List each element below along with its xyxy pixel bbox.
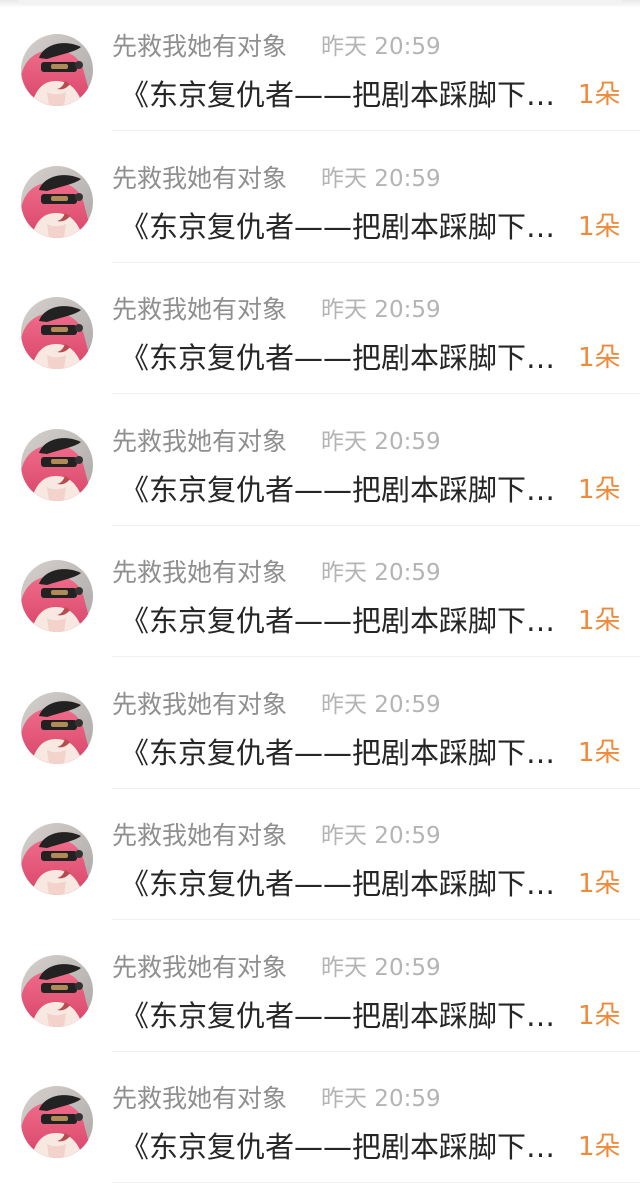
flower-count: 1朵 bbox=[578, 1132, 621, 1162]
flower-count: 1朵 bbox=[578, 1001, 621, 1031]
user-avatar[interactable] bbox=[21, 34, 93, 106]
comment-text[interactable]: 《东京复仇者——把剧本踩脚下的男主重生记》 bbox=[120, 733, 572, 773]
timestamp: 昨天 20:59 bbox=[321, 560, 441, 586]
flower-count: 1朵 bbox=[578, 606, 621, 636]
flower-count: 1朵 bbox=[578, 343, 621, 373]
timestamp: 昨天 20:59 bbox=[321, 34, 441, 60]
comment-text[interactable]: 《东京复仇者——把剧本踩脚下的男主重生记》 bbox=[120, 1127, 572, 1167]
flower-count: 1朵 bbox=[578, 475, 621, 505]
timestamp: 昨天 20:59 bbox=[321, 429, 441, 455]
user-avatar[interactable] bbox=[21, 166, 93, 238]
user-avatar[interactable] bbox=[21, 1086, 93, 1158]
timestamp: 昨天 20:59 bbox=[321, 166, 441, 192]
timestamp: 昨天 20:59 bbox=[321, 1086, 441, 1112]
comment-row[interactable]: 先救我她有对象 昨天 20:59 《东京复仇者——把剧本踩脚下的男主重生记》1朵 bbox=[0, 921, 640, 1052]
user-avatar[interactable] bbox=[21, 297, 93, 369]
user-name[interactable]: 先救我她有对象 bbox=[112, 163, 287, 195]
comment-row[interactable]: 先救我她有对象 昨天 20:59 《东京复仇者——把剧本踩脚下的男主重生记》1朵 bbox=[0, 789, 640, 920]
row-divider bbox=[112, 656, 640, 657]
comment-text[interactable]: 《东京复仇者——把剧本踩脚下的男主重生记》 bbox=[120, 75, 572, 115]
user-name[interactable]: 先救我她有对象 bbox=[112, 426, 287, 458]
comment-text[interactable]: 《东京复仇者——把剧本踩脚下的男主重生记》 bbox=[120, 470, 572, 510]
flower-count: 1朵 bbox=[578, 80, 621, 110]
user-name[interactable]: 先救我她有对象 bbox=[112, 689, 287, 721]
user-name[interactable]: 先救我她有对象 bbox=[112, 820, 287, 852]
comment-row[interactable]: 先救我她有对象 昨天 20:59 《东京复仇者——把剧本踩脚下的男主重生记》1朵 bbox=[0, 1052, 640, 1183]
timestamp: 昨天 20:59 bbox=[321, 692, 441, 718]
row-divider bbox=[112, 393, 640, 394]
comment-text[interactable]: 《东京复仇者——把剧本踩脚下的男主重生记》 bbox=[120, 864, 572, 904]
comment-row[interactable]: 先救我她有对象 昨天 20:59 《东京复仇者——把剧本踩脚下的男主重生记》1朵 bbox=[0, 395, 640, 526]
user-name[interactable]: 先救我她有对象 bbox=[112, 294, 287, 326]
user-avatar[interactable] bbox=[21, 429, 93, 501]
timestamp: 昨天 20:59 bbox=[321, 955, 441, 981]
user-avatar[interactable] bbox=[21, 955, 93, 1027]
user-name[interactable]: 先救我她有对象 bbox=[112, 31, 287, 63]
user-avatar[interactable] bbox=[21, 692, 93, 764]
comment-row[interactable]: 先救我她有对象 昨天 20:59 《东京复仇者——把剧本踩脚下的男主重生记》1朵 bbox=[0, 658, 640, 789]
timestamp: 昨天 20:59 bbox=[321, 297, 441, 323]
comment-text[interactable]: 《东京复仇者——把剧本踩脚下的男主重生记》 bbox=[120, 207, 572, 247]
comment-row[interactable]: 先救我她有对象 昨天 20:59 《东京复仇者——把剧本踩脚下的男主重生记》1朵 bbox=[0, 132, 640, 263]
flower-count: 1朵 bbox=[578, 738, 621, 768]
comment-row[interactable]: 先救我她有对象 昨天 20:59 《东京复仇者——把剧本踩脚下的男主重生记》1朵 bbox=[0, 0, 640, 131]
user-name[interactable]: 先救我她有对象 bbox=[112, 952, 287, 984]
timestamp: 昨天 20:59 bbox=[321, 823, 441, 849]
row-divider bbox=[112, 130, 640, 131]
comment-text[interactable]: 《东京复仇者——把剧本踩脚下的男主重生记》 bbox=[120, 996, 572, 1036]
user-avatar[interactable] bbox=[21, 823, 93, 895]
comment-text[interactable]: 《东京复仇者——把剧本踩脚下的男主重生记》 bbox=[120, 338, 572, 378]
row-divider bbox=[112, 919, 640, 920]
comment-row[interactable]: 先救我她有对象 昨天 20:59 《东京复仇者——把剧本踩脚下的男主重生记》1朵 bbox=[0, 526, 640, 657]
user-name[interactable]: 先救我她有对象 bbox=[112, 1083, 287, 1115]
comment-row[interactable]: 先救我她有对象 昨天 20:59 《东京复仇者——把剧本踩脚下的男主重生记》1朵 bbox=[0, 263, 640, 394]
comment-text[interactable]: 《东京复仇者——把剧本踩脚下的男主重生记》 bbox=[120, 601, 572, 641]
flower-count: 1朵 bbox=[578, 869, 621, 899]
user-avatar[interactable] bbox=[21, 560, 93, 632]
flower-count: 1朵 bbox=[578, 212, 621, 242]
user-name[interactable]: 先救我她有对象 bbox=[112, 557, 287, 589]
